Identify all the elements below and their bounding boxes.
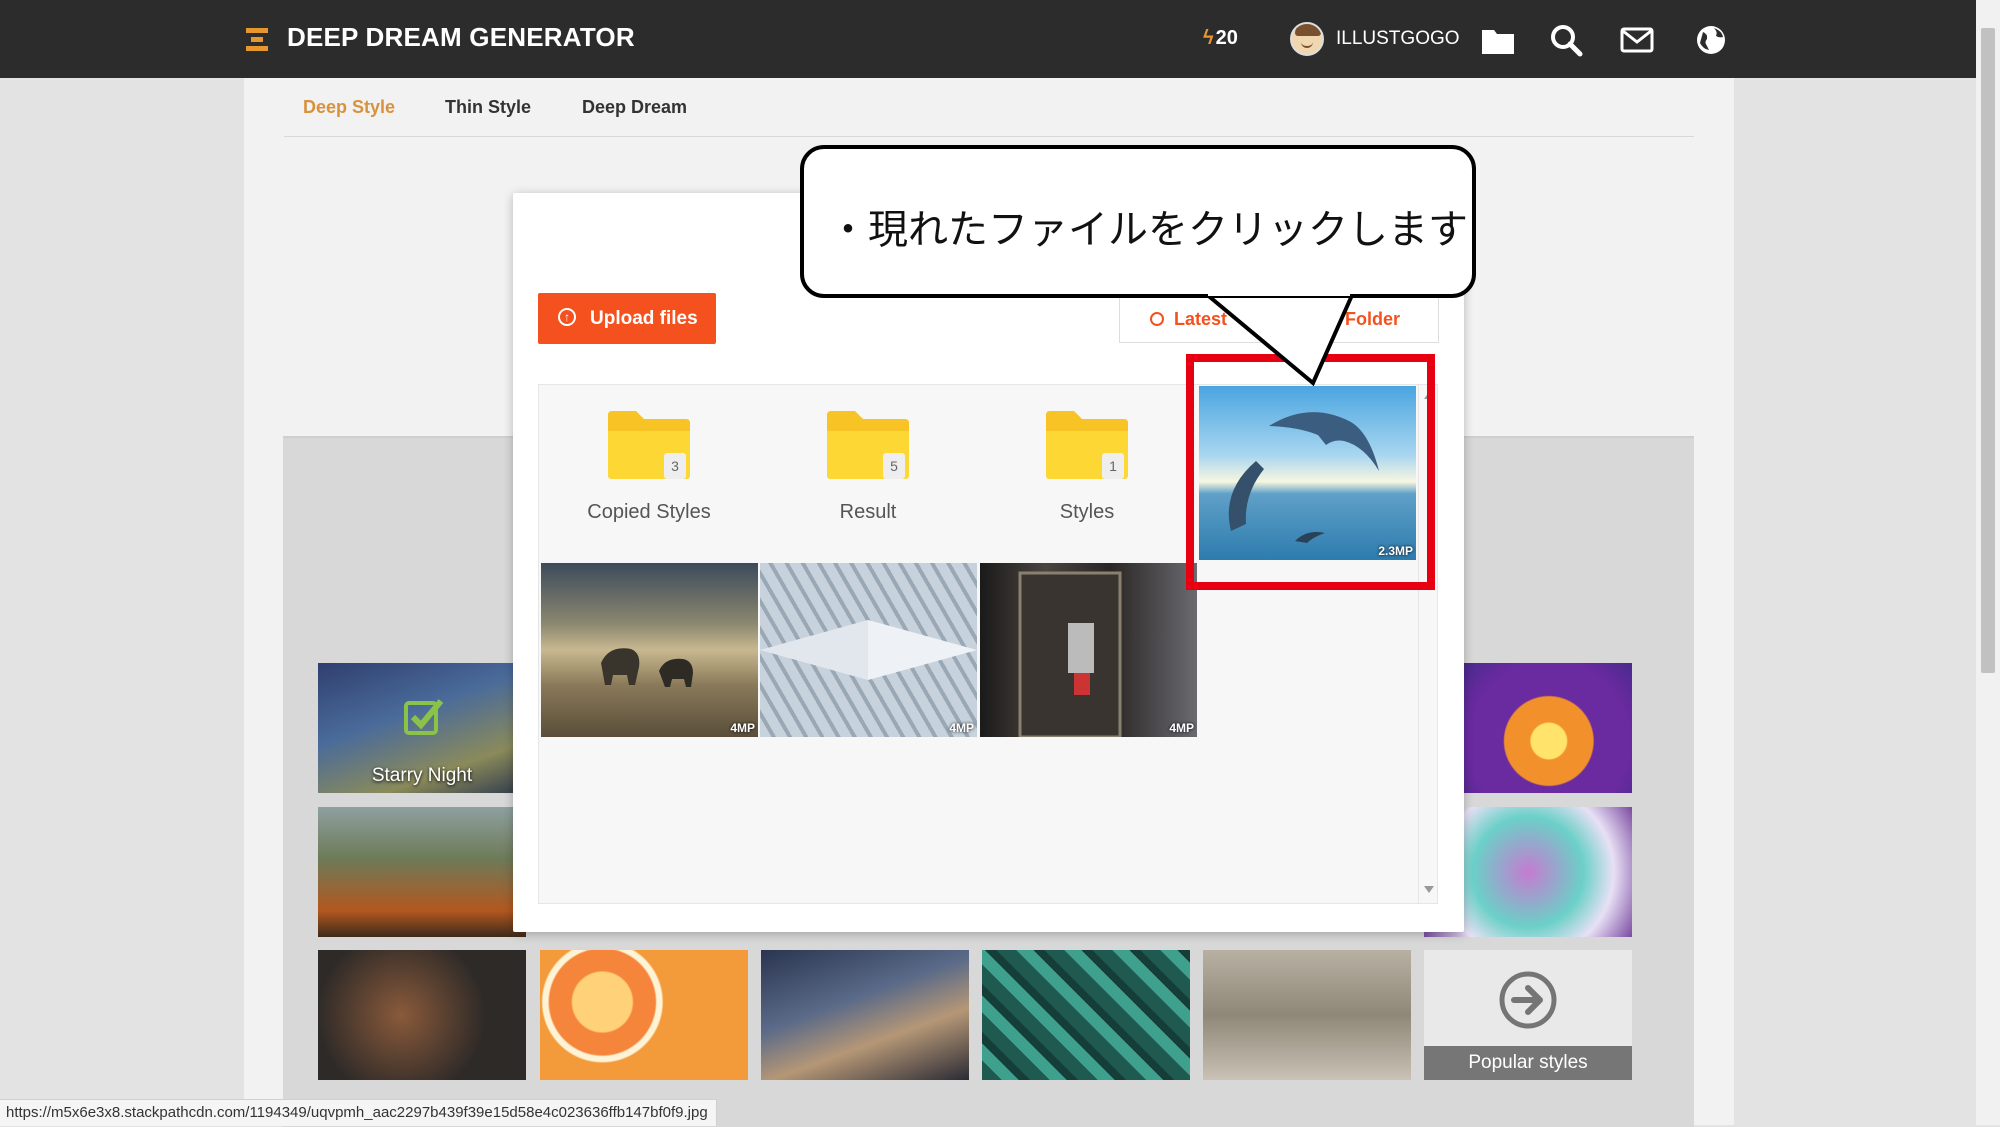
popular-styles-button[interactable]: Popular styles — [1424, 950, 1632, 1080]
style-thumb[interactable] — [318, 807, 526, 937]
folder-count: 5 — [883, 453, 905, 479]
energy-counter[interactable]: ϟ 20 — [1203, 27, 1238, 50]
upload-icon: ↑ — [558, 308, 576, 326]
sort-latest-label: Latest — [1174, 309, 1228, 329]
folder-count: 1 — [1102, 453, 1124, 479]
file-size: 4MP — [949, 721, 974, 735]
style-thumb[interactable] — [318, 950, 526, 1080]
architecture-image — [760, 620, 977, 680]
sort-folder-button[interactable]: Folder — [1345, 309, 1400, 330]
folder-count: 3 — [664, 453, 686, 479]
file-thumb-architecture[interactable]: 4MP — [760, 563, 977, 737]
upload-files-button[interactable]: ↑ Upload files — [538, 293, 716, 344]
sort-folder-label: Folder — [1345, 309, 1401, 329]
folder-icon[interactable] — [1480, 22, 1516, 58]
arrow-circle-right-icon — [1499, 971, 1557, 1029]
popular-styles-label: Popular styles — [1424, 1046, 1632, 1080]
style-label: Starry Night — [371, 765, 473, 786]
brand-title[interactable]: DEEP DREAM GENERATOR — [287, 22, 635, 53]
folder-copied-styles[interactable]: 3 Copied Styles — [540, 389, 758, 564]
file-size: 4MP — [730, 721, 755, 735]
file-size: 4MP — [1169, 721, 1194, 735]
phone-booth-image — [1018, 571, 1122, 737]
scroll-down-icon[interactable] — [1424, 886, 1434, 894]
top-navbar: DEEP DREAM GENERATOR ϟ 20 ILLUSTGOGO — [0, 0, 1976, 78]
style-thumb[interactable] — [761, 950, 969, 1080]
folder-result[interactable]: 5 Result — [759, 389, 977, 564]
style-thumb[interactable] — [1203, 950, 1411, 1080]
file-thumb-elephants[interactable]: 4MP — [541, 563, 758, 737]
logo-icon[interactable] — [246, 28, 268, 52]
highlight-box — [1186, 354, 1435, 590]
style-thumb[interactable] — [982, 950, 1190, 1080]
instruction-text: ・現れたファイルをクリックします — [828, 208, 1468, 252]
globe-icon[interactable] — [1693, 22, 1729, 58]
check-icon — [404, 699, 444, 735]
folder-styles[interactable]: 1 Styles — [978, 389, 1196, 564]
status-url: https://m5x6e3x8.stackpathcdn.com/119434… — [0, 1099, 717, 1126]
page-scrollbar-thumb[interactable] — [1981, 28, 1995, 673]
folder-name: Styles — [1059, 501, 1115, 523]
clock-icon — [1150, 312, 1164, 326]
search-icon[interactable] — [1548, 22, 1584, 58]
file-thumb-phone-booth[interactable]: 4MP — [980, 563, 1197, 737]
bolt-icon: ϟ — [1203, 27, 1214, 49]
energy-value: 20 — [1215, 27, 1238, 49]
upload-label: Upload files — [590, 307, 698, 329]
folder-name: Result — [839, 501, 897, 523]
tab-bar: Deep Style Thin Style Deep Dream — [284, 94, 1694, 137]
style-thumb-starry-night[interactable]: Starry Night — [318, 663, 526, 793]
elephants-image — [601, 648, 693, 687]
avatar[interactable] — [1290, 22, 1324, 56]
username[interactable]: ILLUSTGOGO — [1336, 28, 1460, 50]
style-thumb[interactable] — [540, 950, 748, 1080]
sort-latest-button[interactable]: Latest — [1150, 309, 1227, 330]
mail-icon[interactable] — [1619, 22, 1655, 58]
page-scrollbar[interactable] — [1976, 0, 2000, 1125]
tab-deep-style[interactable]: Deep Style — [303, 97, 395, 118]
tab-thin-style[interactable]: Thin Style — [445, 97, 531, 118]
folder-name: Copied Styles — [587, 501, 711, 523]
tab-deep-dream[interactable]: Deep Dream — [582, 97, 687, 118]
